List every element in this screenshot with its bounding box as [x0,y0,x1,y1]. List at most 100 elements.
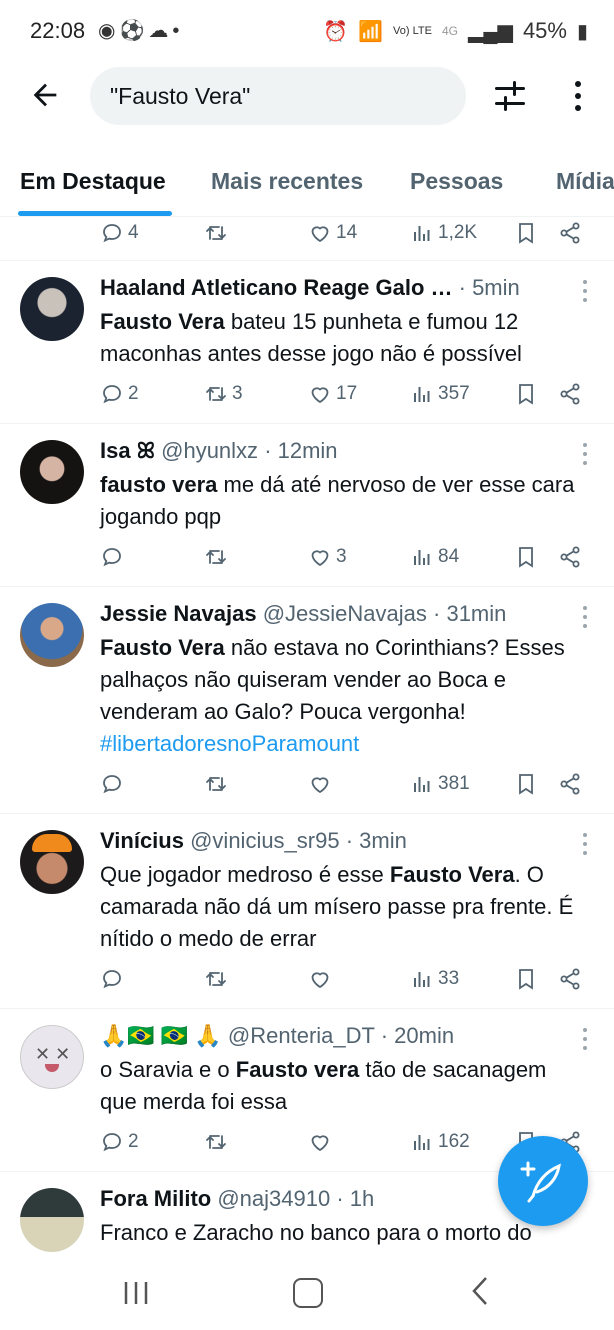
retweet-count: 3 [232,383,243,404]
highlight-term: fausto vera [100,472,218,497]
reply-button[interactable] [100,542,124,572]
tab-mais-recentes[interactable]: Mais recentes [211,168,363,195]
share-icon [560,968,580,990]
like-button[interactable] [308,1127,332,1157]
status-time: 22:08 [30,18,86,43]
share-button[interactable] [558,964,582,994]
retweet-icon [206,1134,226,1150]
hashtag-link[interactable]: #libertadoresnoParamount [100,731,359,756]
avatar[interactable] [20,1188,84,1252]
filter-icon[interactable] [492,78,528,114]
like-icon [311,1135,329,1152]
views-icon [414,1135,430,1150]
author-name[interactable]: Fora Milito [100,1186,211,1211]
reply-icon [103,1133,121,1152]
retweet-button[interactable]: 3 [204,379,243,409]
retweet-button[interactable] [204,542,228,572]
reply-button[interactable] [100,769,124,799]
author-name[interactable]: Vinícius [100,828,184,853]
author-handle[interactable]: @vinicius_sr95 [190,828,340,853]
like-button[interactable]: 17 [308,379,357,409]
views-count: 162 [438,1131,470,1152]
search-tabs: Em Destaque Mais recentes Pessoas Mídia [0,150,614,217]
author-handle[interactable]: @Renteria_DT [228,1023,375,1048]
author-name[interactable]: Haaland Atleticano Reage Galo … [100,275,453,300]
reply-button[interactable]: 4 [100,218,139,248]
bookmark-icon [519,384,533,405]
share-button[interactable] [558,218,582,248]
more-options-icon[interactable] [580,831,590,857]
tweet-feed[interactable]: 4 14 1,2K Haaland Atleticano Reage Galo … [0,216,614,1256]
avatar[interactable] [20,440,84,504]
more-options-icon[interactable] [580,604,590,630]
reply-button[interactable] [100,964,124,994]
highlight-term: Fausto vera [235,1057,360,1082]
reply-button[interactable]: 2 [100,1127,139,1157]
more-vertical-icon[interactable] [568,76,588,116]
more-options-icon[interactable] [580,1026,590,1052]
retweet-button[interactable] [204,769,228,799]
system-back-icon[interactable] [470,1276,490,1311]
avatar[interactable]: ✕ ✕ [20,1025,84,1089]
tweet-item[interactable]: Jessie Navajas @JessieNavajas · 31min Fa… [0,587,614,813]
bookmark-button[interactable] [514,964,538,994]
avatar[interactable] [20,830,84,894]
views-button[interactable]: 381 [410,769,470,799]
like-icon [311,777,329,794]
views-button[interactable]: 84 [410,542,459,572]
share-button[interactable] [558,379,582,409]
views-button[interactable]: 357 [410,379,470,409]
retweet-icon [206,549,226,565]
tweet-text: fausto vera me dá até nervoso de ver ess… [100,469,586,533]
alarm-icon: ⏰ [323,20,349,43]
author-name[interactable]: 🙏🇧🇷 🇧🇷 🙏 [100,1023,222,1048]
bookmark-button[interactable] [514,379,538,409]
search-input[interactable]: "Fausto Vera" [90,67,466,125]
tweet-item[interactable]: Isa ꕤ @hyunlxz · 12min fausto vera me dá… [0,424,614,586]
bookmark-button[interactable] [514,769,538,799]
author-handle[interactable]: @naj34910 [217,1186,330,1211]
views-button[interactable]: 33 [410,964,459,994]
share-button[interactable] [558,769,582,799]
home-icon[interactable] [293,1278,323,1308]
author-handle[interactable]: @JessieNavajas [263,601,427,626]
notification-icons: ◉⚽☁• [98,20,184,42]
more-options-icon[interactable] [580,441,590,467]
avatar[interactable] [20,277,84,341]
like-button[interactable]: 3 [308,542,347,572]
share-button[interactable] [558,542,582,572]
author-name[interactable]: Jessie Navajas [100,601,257,626]
retweet-button[interactable] [204,1127,228,1157]
more-options-icon[interactable] [580,278,590,304]
reply-icon [103,224,121,243]
views-button[interactable]: 162 [410,1127,470,1157]
bookmark-button[interactable] [514,542,538,572]
back-arrow-icon[interactable] [28,78,62,112]
like-button[interactable] [308,769,332,799]
tweet-item[interactable]: Vinícius @vinicius_sr95 · 3min Que jogad… [0,814,614,1008]
views-count: 381 [438,773,470,794]
like-button[interactable]: 14 [308,218,357,248]
like-button[interactable] [308,964,332,994]
share-icon [560,383,580,405]
reply-button[interactable]: 2 [100,379,139,409]
signal-icon: ▂▄▆ [468,20,513,43]
tab-em-destaque[interactable]: Em Destaque [20,168,166,195]
views-icon [414,972,430,987]
tab-midia[interactable]: Mídia [556,168,614,195]
bookmark-button[interactable] [514,218,538,248]
retweet-button[interactable] [204,964,228,994]
compose-button[interactable] [498,1136,588,1226]
bookmark-icon [519,969,533,990]
tweet-item[interactable]: Haaland Atleticano Reage Galo … · 5min F… [0,261,614,423]
tab-pessoas[interactable]: Pessoas [410,168,503,195]
views-button[interactable]: 1,2K [410,218,477,248]
author-name[interactable]: Isa ꕤ [100,438,155,463]
like-icon [311,387,329,404]
tweet-time: · 3min [345,828,407,853]
author-handle[interactable]: @hyunlxz [161,438,258,463]
avatar[interactable] [20,603,84,667]
tweet-text: Que jogador medroso é esse Fausto Vera. … [100,859,586,955]
retweet-button[interactable] [204,218,228,248]
recent-apps-icon[interactable] [122,1280,150,1311]
